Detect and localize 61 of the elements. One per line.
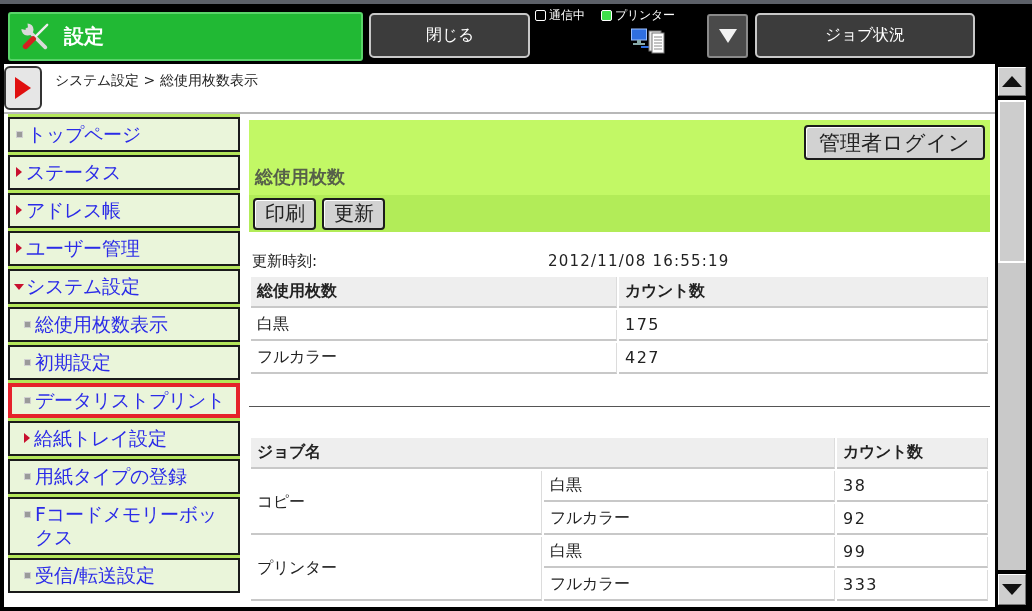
scroll-down-button[interactable] bbox=[998, 574, 1026, 605]
square-bullet-icon bbox=[24, 571, 31, 579]
table-cell: 92 bbox=[837, 504, 988, 535]
sidebar-item[interactable]: データリストプリント bbox=[8, 383, 240, 418]
square-bullet-icon bbox=[16, 131, 23, 138]
action-button[interactable]: 更新 bbox=[322, 197, 385, 230]
sidebar-item[interactable]: 受信/転送設定 bbox=[8, 557, 240, 593]
square-bullet-icon bbox=[24, 359, 31, 366]
square-bullet-icon bbox=[24, 321, 31, 328]
sidebar-item[interactable]: 給紙トレイ設定 bbox=[8, 421, 240, 456]
table-cell: 白黒 bbox=[544, 537, 835, 568]
column-header: カウント数 bbox=[837, 438, 988, 469]
breadcrumb: システム設定 > 総使用枚数表示 bbox=[55, 72, 258, 90]
panel-title: 総使用枚数 bbox=[255, 166, 346, 188]
down-triangle-icon bbox=[1002, 584, 1022, 595]
square-bullet-icon bbox=[24, 511, 31, 518]
sidebar-item[interactable]: 総使用枚数表示 bbox=[8, 307, 240, 342]
down-triangle-icon bbox=[718, 29, 737, 43]
action-button[interactable]: 印刷 bbox=[253, 197, 316, 230]
table-cell: フルカラー bbox=[251, 343, 617, 374]
indicator-label: 通信中 bbox=[549, 8, 585, 22]
column-header: 総使用枚数 bbox=[251, 277, 617, 308]
column-header: カウント数 bbox=[619, 277, 988, 308]
admin-login-button[interactable]: 管理者ログイン bbox=[804, 125, 985, 160]
dropdown-button[interactable] bbox=[707, 14, 748, 58]
close-button[interactable]: 閉じる bbox=[369, 13, 530, 58]
table-cell: フルカラー bbox=[544, 504, 835, 535]
column-header: ジョブ名 bbox=[251, 438, 835, 469]
sidebar-item[interactable]: Fコードメモリーボックス bbox=[8, 497, 240, 555]
sidebar-item[interactable]: ステータス bbox=[8, 155, 240, 190]
table-cell: 白黒 bbox=[544, 471, 835, 502]
table-cell: 175 bbox=[619, 310, 988, 341]
table-cell: プリンター bbox=[251, 537, 542, 601]
square-bullet-icon bbox=[24, 397, 31, 404]
scrollbar-thumb[interactable] bbox=[998, 100, 1026, 263]
wrench-screwdriver-icon bbox=[20, 21, 50, 52]
sidebar-item[interactable]: 初期設定 bbox=[8, 345, 240, 380]
table-cell: コピー bbox=[251, 471, 542, 535]
square-bullet-icon bbox=[24, 473, 31, 480]
table-cell: 333 bbox=[837, 570, 988, 601]
computer-printer-icon bbox=[631, 26, 667, 54]
updated-label: 更新時刻: bbox=[252, 251, 319, 271]
updated-time: 2012/11/08 16:55:19 bbox=[548, 252, 730, 270]
table-cell: フルカラー bbox=[544, 570, 835, 601]
right-triangle-icon bbox=[15, 77, 31, 99]
scrollbar-track[interactable] bbox=[998, 100, 1026, 570]
screen-title: 設定 bbox=[64, 23, 104, 50]
table-cell: 白黒 bbox=[251, 310, 617, 341]
table-cell: 38 bbox=[837, 471, 988, 502]
toggle-button[interactable] bbox=[4, 66, 42, 110]
sidebar-item[interactable]: ユーザー管理 bbox=[8, 231, 240, 266]
indicator-label: プリンター bbox=[615, 8, 675, 22]
sidebar-item[interactable]: 用紙タイプの登録 bbox=[8, 459, 240, 494]
table-cell: 427 bbox=[619, 343, 988, 374]
scroll-up-button[interactable] bbox=[998, 67, 1026, 96]
up-triangle-icon bbox=[1002, 76, 1022, 87]
sidebar-item[interactable]: システム設定 bbox=[8, 269, 240, 304]
table-cell: 99 bbox=[837, 537, 988, 568]
sidebar-item[interactable]: トップページ bbox=[8, 117, 240, 152]
sidebar-item[interactable]: アドレス帳 bbox=[8, 193, 240, 228]
job-status-button[interactable]: ジョブ状況 bbox=[755, 13, 975, 58]
